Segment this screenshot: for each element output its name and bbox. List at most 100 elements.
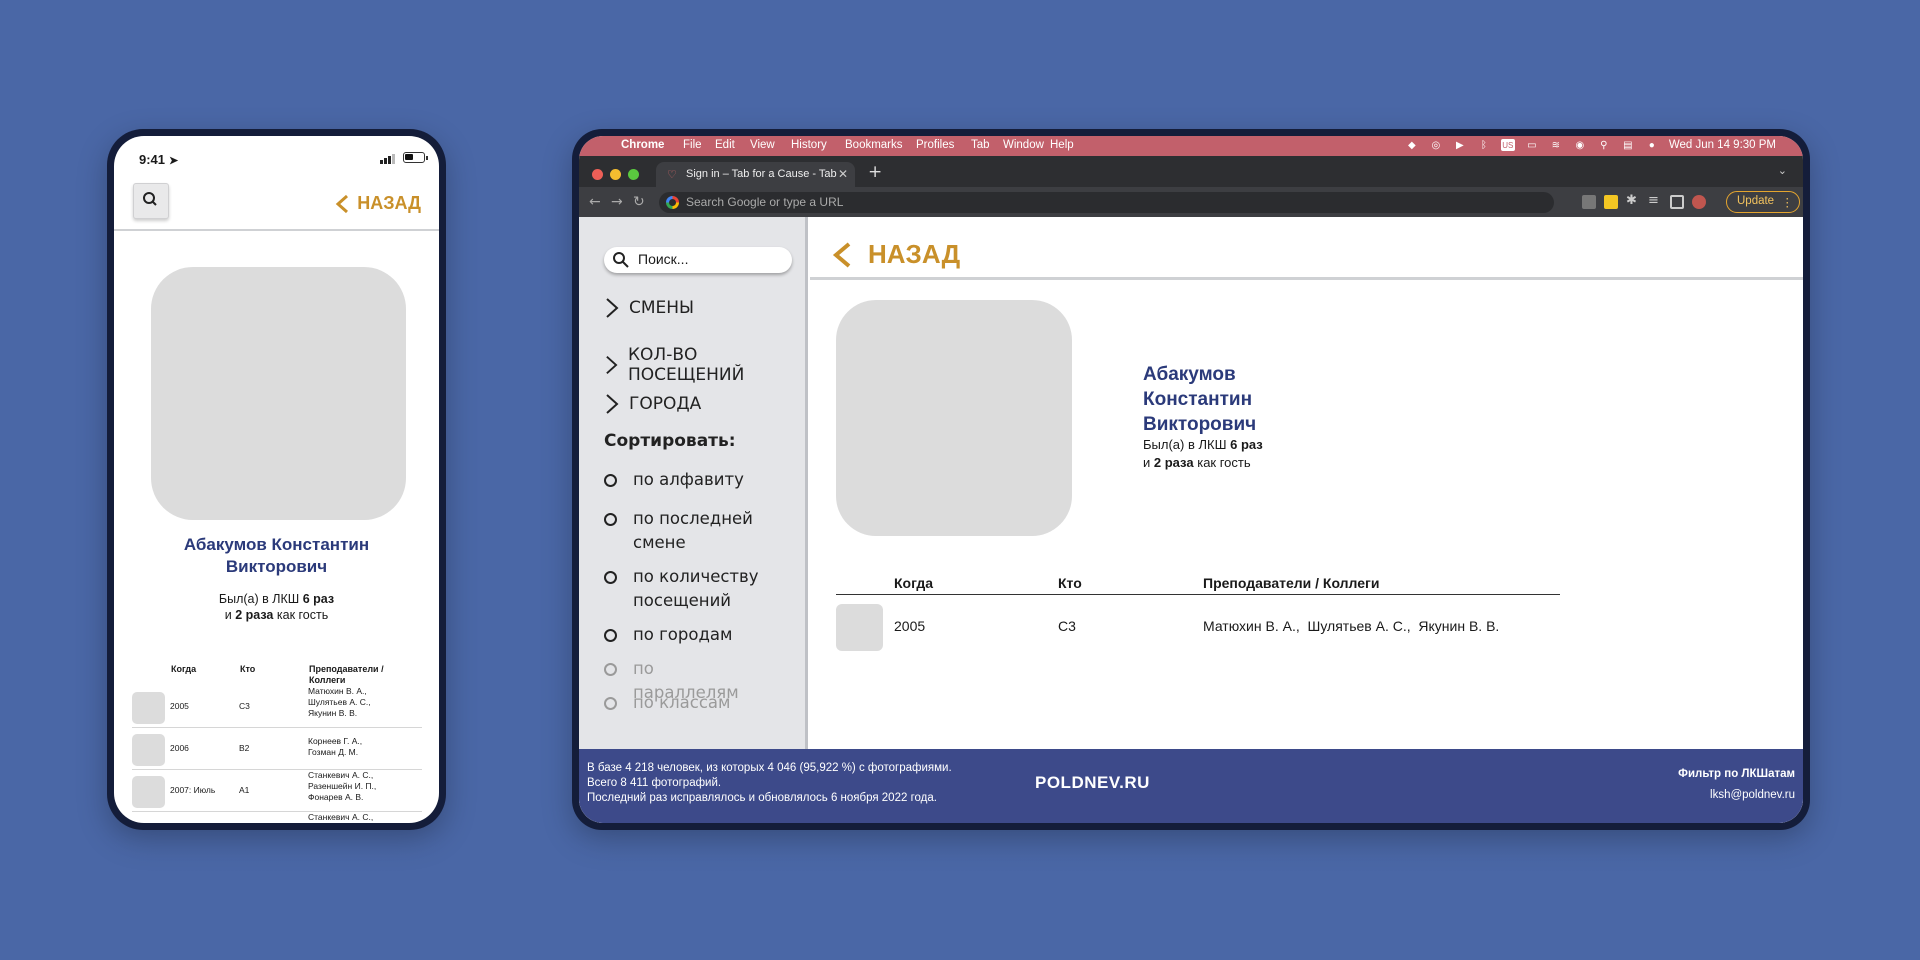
table-row[interactable]: 2006 В2 Корнеев Г. А., Гозман Д. М. [132, 728, 422, 770]
phone-screen: 9:41 ➤ НАЗАД Абакумов Константин Викторов… [114, 136, 439, 823]
more-icon: ⋮ [1781, 197, 1794, 209]
play-icon[interactable]: ▶ [1453, 139, 1467, 151]
table-row[interactable]: Станкевич А. С., [132, 812, 422, 823]
radio-button[interactable] [604, 629, 617, 642]
column-header-when: Когда [894, 575, 934, 591]
menu-history[interactable]: History [791, 139, 827, 151]
chevron-right-icon [606, 355, 618, 375]
sync-icon[interactable]: ◎ [1429, 139, 1443, 151]
address-bar[interactable]: Search Google or type a URL [659, 192, 1554, 213]
avatar[interactable] [1692, 195, 1706, 209]
sidebar-item-shifts[interactable]: СМЕНЫ [605, 297, 694, 319]
sidebar-icon[interactable] [1670, 195, 1684, 209]
chevron-right-icon [606, 394, 619, 414]
signal-icon [380, 154, 395, 164]
filter-link[interactable]: Фильтр по ЛКШатам [1678, 764, 1795, 785]
sidebar-item-label: СМЕНЫ [629, 298, 695, 318]
dropbox-icon[interactable]: ◆ [1405, 139, 1419, 151]
mac-menu-bar: Chrome File Edit View History Bookmarks … [579, 136, 1803, 156]
menu-extras: ◆ ◎ ▶ ᛒ US ▭ ≋ ◉ ⚲ ▤ ● Wed Jun 14 9:30 P… [1405, 139, 1776, 151]
battery-icon[interactable]: ▭ [1525, 139, 1539, 151]
menu-help[interactable]: Help [1050, 139, 1074, 151]
update-button[interactable]: Update ⋮ [1726, 191, 1800, 213]
row-when: 2005 [894, 618, 926, 634]
tab-title: Sign in – Tab for a Cause - Tab [686, 168, 837, 180]
chevron-down-icon[interactable]: ⌄ [1778, 164, 1787, 177]
column-header-colleagues: Преподаватели / Коллеги [1203, 575, 1380, 591]
back-link[interactable]: НАЗАД [335, 193, 421, 214]
laptop-screen: Chrome File Edit View History Bookmarks … [579, 136, 1803, 823]
minimize-window-icon[interactable] [610, 169, 621, 180]
footer-links: Фильтр по ЛКШатам lksh@poldnev.ru [1678, 764, 1795, 806]
close-tab-icon[interactable]: ✕ [838, 167, 848, 181]
forward-arrow-icon[interactable]: → [611, 194, 623, 210]
back-label: НАЗАД [868, 239, 961, 269]
menu-view[interactable]: View [750, 139, 775, 151]
table-row[interactable]: 2005 С3 Матюхин В. А., Шулятьев А. С., Я… [836, 602, 1560, 652]
siri-icon[interactable]: ● [1645, 139, 1659, 151]
profile-photo [836, 300, 1072, 536]
sort-option-classes[interactable]: по классам [604, 691, 764, 715]
browser-tab[interactable]: ♡ Sign in – Tab for a Cause - Tab ✕ [656, 162, 855, 187]
radio-button[interactable] [604, 474, 617, 487]
row-when: 2007: Июль [170, 785, 216, 795]
table-divider [836, 594, 1560, 595]
chevron-left-icon [832, 241, 851, 268]
radio-button[interactable] [604, 571, 617, 584]
sort-option-cities[interactable]: по городам [604, 623, 764, 647]
phone-status-bar: 9:41 ➤ [114, 136, 439, 176]
puzzle-icon[interactable]: ✱ [1626, 193, 1640, 208]
chevron-left-icon [335, 194, 349, 213]
table-row[interactable]: 2007: Июль А1 Станкевич А. С., Разеншейн… [132, 770, 422, 812]
menu-window[interactable]: Window [1003, 139, 1044, 151]
menu-edit[interactable]: Edit [715, 139, 735, 151]
menu-profiles[interactable]: Profiles [916, 139, 954, 151]
radio-button[interactable] [604, 513, 617, 526]
menu-bookmarks[interactable]: Bookmarks [845, 139, 903, 151]
user-icon[interactable]: ◉ [1573, 139, 1587, 151]
search-button[interactable] [133, 183, 169, 219]
sort-option-last-shift[interactable]: по последней смене [604, 507, 764, 555]
menu-file[interactable]: File [683, 139, 702, 151]
search-icon [143, 192, 157, 206]
site-logo[interactable]: POLDNEV.RU [1035, 773, 1150, 793]
sidebar: Поиск... СМЕНЫ КОЛ-ВО ПОСЕЩЕНИЙ ГОРОДА С… [579, 217, 808, 749]
sort-option-visits[interactable]: по количеству посещений [604, 565, 764, 613]
sidebar-item-visit-count[interactable]: КОЛ-ВО ПОСЕЩЕНИЙ [605, 345, 805, 385]
sort-option-alphabet[interactable]: по алфавиту [604, 468, 764, 492]
new-tab-icon[interactable]: + [868, 162, 882, 182]
bluetooth-icon[interactable]: ᛒ [1477, 139, 1491, 151]
keyboard-layout-icon[interactable]: US [1500, 139, 1515, 151]
row-who: С3 [239, 701, 250, 711]
radio-button[interactable] [604, 663, 617, 676]
sidebar-item-label: КОЛ-ВО ПОСЕЩЕНИЙ [627, 345, 745, 385]
browser-tab-strip: ♡ Sign in – Tab for a Cause - Tab ✕ + ⌄ [579, 156, 1803, 187]
sidebar-item-cities[interactable]: ГОРОДА [605, 393, 701, 415]
main-header: НАЗАД [810, 217, 1803, 280]
location-arrow-icon: ➤ [169, 155, 179, 167]
footer-info: В базе 4 218 человек, из которых 4 046 (… [587, 762, 952, 804]
maximize-window-icon[interactable] [628, 169, 639, 180]
email-link[interactable]: lksh@poldnev.ru [1678, 785, 1795, 806]
google-icon [666, 196, 679, 209]
reading-list-icon[interactable]: ≡ [1648, 193, 1662, 208]
sidebar-item-label: ГОРОДА [629, 394, 702, 414]
search-input[interactable]: Поиск... [604, 247, 792, 273]
row-colleagues: Матюхин В. А., Шулятьев А. С., Якунин В.… [308, 686, 371, 718]
back-arrow-icon[interactable]: ← [589, 194, 601, 210]
notes-extension-icon[interactable] [1604, 195, 1618, 209]
wifi-icon[interactable]: ≋ [1549, 139, 1563, 151]
menu-chrome[interactable]: Chrome [621, 139, 664, 151]
spotlight-icon[interactable]: ⚲ [1597, 139, 1611, 151]
address-placeholder: Search Google or type a URL [686, 195, 844, 209]
reload-icon[interactable]: ↻ [633, 194, 645, 210]
radio-button[interactable] [604, 697, 617, 710]
back-link[interactable]: НАЗАД [832, 239, 960, 270]
menu-tab[interactable]: Tab [971, 139, 990, 151]
clock[interactable]: Wed Jun 14 9:30 PM [1669, 139, 1776, 151]
control-center-icon[interactable]: ▤ [1621, 139, 1635, 151]
table-row[interactable]: 2005 С3 Матюхин В. А., Шулятьев А. С., Я… [132, 686, 422, 728]
extension-icon[interactable] [1582, 195, 1596, 209]
close-window-icon[interactable] [592, 169, 603, 180]
row-who: А1 [239, 785, 250, 795]
